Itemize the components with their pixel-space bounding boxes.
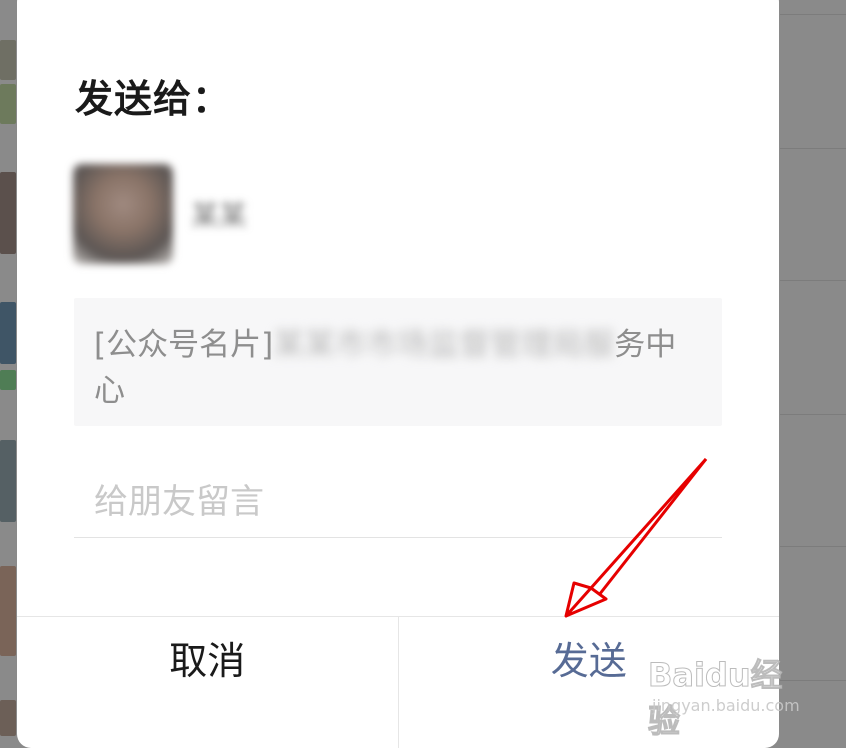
background-divider: [780, 280, 846, 281]
card-preview-text: [公众号名片]某某市市场监督管理局服务中心: [94, 322, 704, 414]
background-avatar: [0, 40, 16, 80]
background-divider: [780, 680, 846, 681]
recipient-name: 某某: [191, 199, 248, 232]
background-avatar: [0, 302, 16, 364]
send-to-dialog: 发送给： 某某 [公众号名片]某某市市场监督管理局服务中心 取消 发送: [17, 0, 779, 748]
cancel-button[interactable]: 取消: [17, 617, 399, 748]
background-divider: [780, 414, 846, 415]
background-avatar: [0, 440, 16, 522]
background-avatar: [0, 84, 16, 124]
background-divider: [780, 14, 846, 15]
background-avatar: [0, 700, 16, 736]
recipient-avatar: [73, 164, 173, 264]
dialog-title: 发送给：: [75, 77, 232, 121]
background-avatar: [0, 370, 16, 390]
shared-card-preview: [公众号名片]某某市市场监督管理局服务中心: [74, 298, 722, 426]
send-button[interactable]: 发送: [399, 617, 780, 748]
background-avatar: [0, 172, 16, 254]
dialog-button-bar: 取消 发送: [17, 616, 779, 748]
recipient: 某某: [69, 158, 469, 268]
background-divider: [780, 546, 846, 547]
card-type-label: [公众号名片]: [94, 327, 274, 363]
card-account-name-blurred: 某某市市场监督管理局服: [273, 327, 615, 363]
background-avatar: [0, 566, 16, 656]
message-to-friend-input[interactable]: [74, 466, 722, 538]
background-divider: [780, 148, 846, 149]
